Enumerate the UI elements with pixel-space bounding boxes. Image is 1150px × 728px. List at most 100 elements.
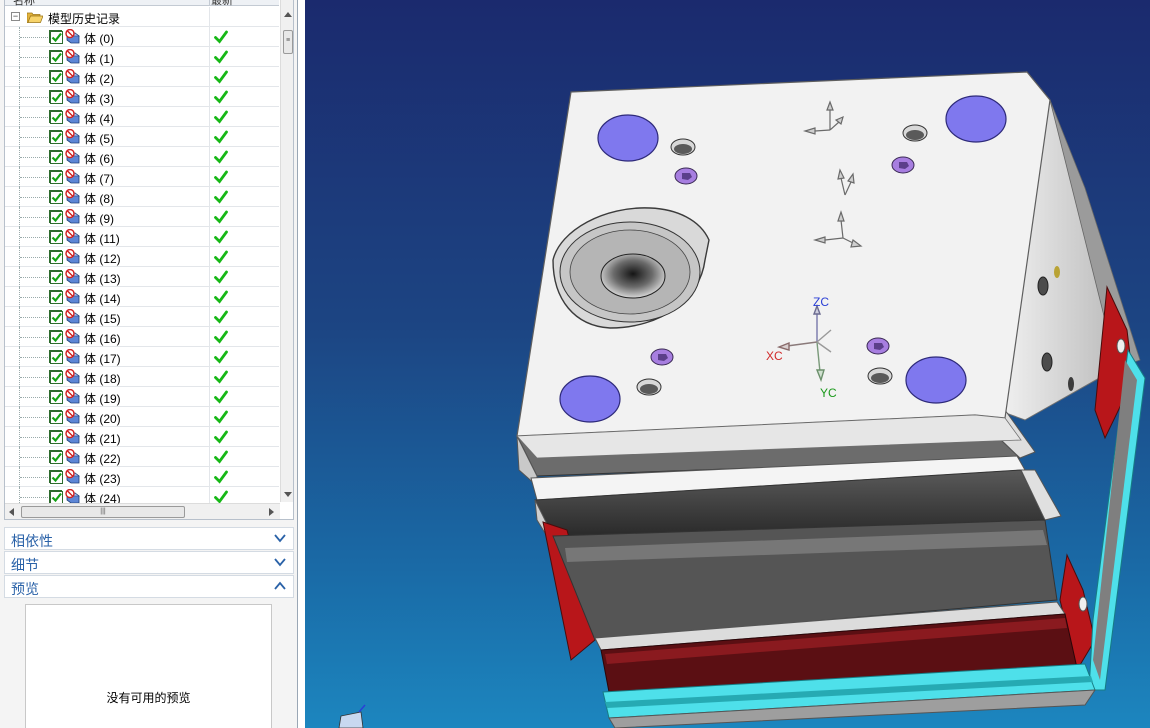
chevron-down-icon[interactable]	[273, 531, 287, 545]
up-to-date-check-icon	[214, 490, 228, 504]
tree-node-label: 体 (2)	[84, 72, 115, 86]
tree-node-label: 体 (21)	[84, 432, 121, 446]
up-to-date-check-icon	[214, 410, 228, 424]
scroll-right-arrow-icon[interactable]	[269, 508, 274, 516]
tree-node-body[interactable]: 体 (3)	[5, 87, 279, 107]
scroll-down-arrow-icon[interactable]	[284, 492, 292, 497]
vertical-scrollbar[interactable]: ≡	[280, 0, 293, 502]
mold-base-model[interactable]	[305, 0, 1150, 728]
tree-node-body[interactable]: 体 (11)	[5, 227, 279, 247]
up-to-date-check-icon	[214, 350, 228, 364]
guide-hole[interactable]	[905, 356, 967, 404]
tree-connector	[20, 477, 48, 478]
tree-node-body[interactable]: 体 (0)	[5, 27, 279, 47]
tree-node-label: 体 (4)	[84, 112, 115, 126]
horizontal-scrollbar[interactable]: |||	[5, 503, 280, 519]
tree-node-model-history[interactable]: − 模型历史记录	[5, 7, 279, 27]
preview-section-header[interactable]: 预览	[4, 575, 294, 598]
visibility-checkbox[interactable]	[49, 470, 63, 484]
solid-body-icon	[63, 428, 81, 445]
details-section-header[interactable]: 细节	[4, 551, 294, 574]
visibility-checkbox[interactable]	[49, 430, 63, 444]
visibility-checkbox[interactable]	[49, 130, 63, 144]
column-divider	[209, 7, 210, 27]
visibility-checkbox[interactable]	[49, 50, 63, 64]
tree-node-body[interactable]: 体 (19)	[5, 387, 279, 407]
visibility-checkbox[interactable]	[49, 370, 63, 384]
tree-node-body[interactable]: 体 (20)	[5, 407, 279, 427]
tree-connector	[20, 37, 48, 38]
tree-node-body[interactable]: 体 (21)	[5, 427, 279, 447]
scroll-left-arrow-icon[interactable]	[9, 508, 14, 516]
visibility-checkbox[interactable]	[49, 230, 63, 244]
solid-body-icon	[63, 348, 81, 365]
tree-node-body[interactable]: 体 (5)	[5, 127, 279, 147]
visibility-checkbox[interactable]	[49, 330, 63, 344]
scroll-up-arrow-icon[interactable]	[284, 12, 292, 17]
tree-node-body[interactable]: 体 (2)	[5, 67, 279, 87]
column-divider	[209, 87, 210, 107]
tree-node-body[interactable]: 体 (7)	[5, 167, 279, 187]
visibility-checkbox[interactable]	[49, 350, 63, 364]
guide-hole[interactable]	[945, 95, 1007, 143]
xc-axis-label: XC	[766, 349, 783, 363]
body-item-list: 体 (0) 体 (1) 体 (2) 体 (3) 体 (4) 体 (5) 体 (6) 体 (7)…	[5, 27, 279, 507]
tree-connector	[20, 117, 48, 118]
vertical-scroll-thumb[interactable]: ≡	[283, 30, 293, 54]
visibility-checkbox[interactable]	[49, 70, 63, 84]
visibility-checkbox[interactable]	[49, 490, 63, 504]
dependencies-section-header[interactable]: 相依性	[4, 527, 294, 550]
visibility-checkbox[interactable]	[49, 410, 63, 424]
visibility-checkbox[interactable]	[49, 310, 63, 324]
visibility-checkbox[interactable]	[49, 390, 63, 404]
tree-node-body[interactable]: 体 (1)	[5, 47, 279, 67]
visibility-checkbox[interactable]	[49, 190, 63, 204]
solid-body-icon	[63, 448, 81, 465]
visibility-checkbox[interactable]	[49, 170, 63, 184]
front-plate-stack	[516, 409, 1096, 728]
tree-node-body[interactable]: 体 (6)	[5, 147, 279, 167]
tree-node-body[interactable]: 体 (15)	[5, 307, 279, 327]
collapse-toggle-icon[interactable]: −	[11, 12, 20, 21]
visibility-checkbox[interactable]	[49, 290, 63, 304]
graphics-viewport[interactable]: ZC XC YC	[305, 0, 1150, 728]
up-to-date-check-icon	[214, 230, 228, 244]
tree-node-body[interactable]: 体 (14)	[5, 287, 279, 307]
column-divider	[209, 207, 210, 227]
tree-node-body[interactable]: 体 (22)	[5, 447, 279, 467]
view-orientation-icon	[338, 704, 366, 728]
tree-node-body[interactable]: 体 (4)	[5, 107, 279, 127]
tree-node-body[interactable]: 体 (8)	[5, 187, 279, 207]
visibility-checkbox[interactable]	[49, 270, 63, 284]
tree-column-header: 名称 最新	[5, 0, 279, 7]
tree-connector	[20, 197, 48, 198]
tree-connector	[20, 137, 48, 138]
tree-node-label: 体 (16)	[84, 332, 121, 346]
column-separator[interactable]	[209, 0, 210, 6]
visibility-checkbox[interactable]	[49, 150, 63, 164]
solid-body-icon	[63, 408, 81, 425]
up-to-date-check-icon	[214, 470, 228, 484]
tree-node-body[interactable]: 体 (16)	[5, 327, 279, 347]
column-divider	[209, 427, 210, 447]
horizontal-scroll-thumb[interactable]: |||	[21, 506, 185, 518]
tree-node-body[interactable]: 体 (9)	[5, 207, 279, 227]
visibility-checkbox[interactable]	[49, 30, 63, 44]
tree-node-body[interactable]: 体 (23)	[5, 467, 279, 487]
visibility-checkbox[interactable]	[49, 450, 63, 464]
tree-node-body[interactable]: 体 (12)	[5, 247, 279, 267]
visibility-checkbox[interactable]	[49, 250, 63, 264]
tree-node-body[interactable]: 体 (17)	[5, 347, 279, 367]
tree-node-body[interactable]: 体 (13)	[5, 267, 279, 287]
tree-node-body[interactable]: 体 (18)	[5, 367, 279, 387]
guide-hole[interactable]	[597, 114, 659, 162]
column-divider	[209, 307, 210, 327]
up-to-date-check-icon	[214, 250, 228, 264]
visibility-checkbox[interactable]	[49, 90, 63, 104]
chevron-up-icon[interactable]	[273, 579, 287, 593]
chevron-down-icon[interactable]	[273, 555, 287, 569]
visibility-checkbox[interactable]	[49, 110, 63, 124]
up-to-date-check-icon	[214, 170, 228, 184]
visibility-checkbox[interactable]	[49, 210, 63, 224]
guide-hole[interactable]	[559, 375, 621, 423]
